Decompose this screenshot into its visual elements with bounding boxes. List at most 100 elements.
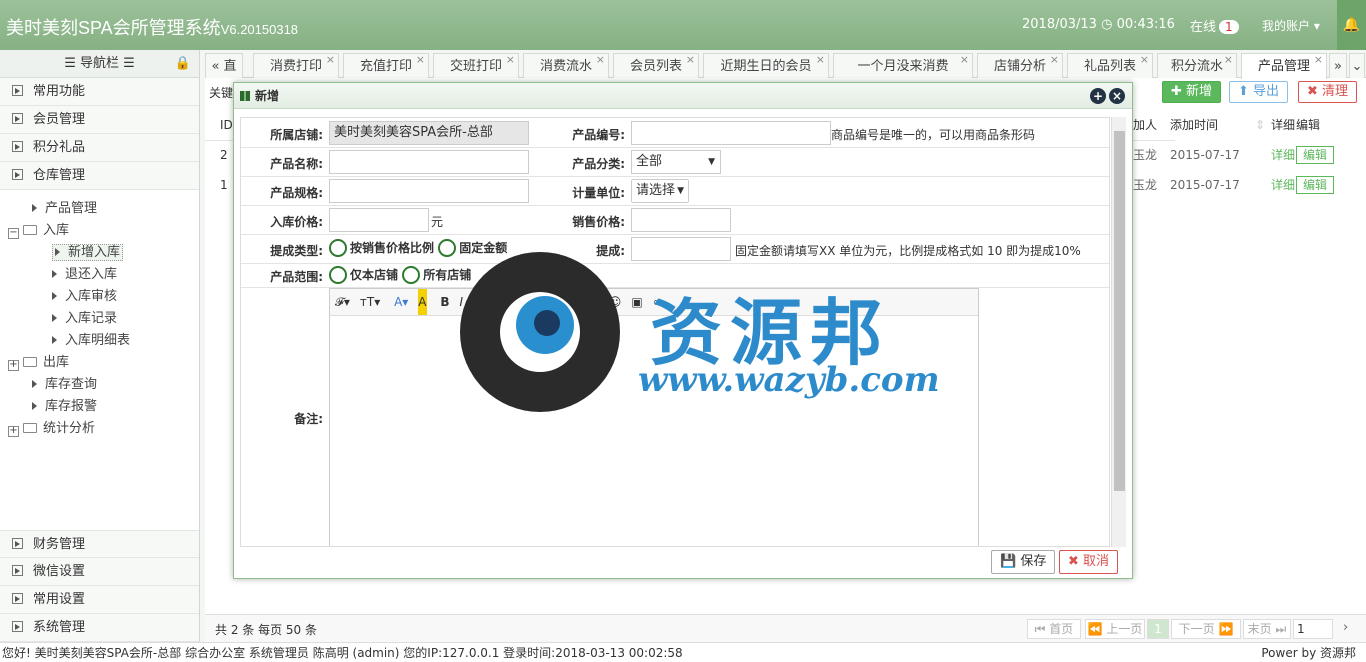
sidebar-item-settings[interactable]: 常用设置: [0, 586, 199, 614]
tree-node[interactable]: + 统计分析: [0, 418, 199, 440]
top-bar: 美时美刻SPA会所管理系统V6.20150318 2018/03/13 ◷ 00…: [0, 0, 1366, 50]
prev-page-button[interactable]: ⏪ 上一页: [1085, 619, 1145, 639]
sidebar-item-system[interactable]: 系统管理: [0, 614, 199, 642]
product-spec-input[interactable]: [329, 179, 529, 203]
close-icon[interactable]: ×: [596, 47, 605, 72]
label-scope: 产品范围:: [270, 270, 323, 284]
sale-price-input[interactable]: [631, 208, 731, 232]
row-id: 1: [220, 178, 228, 192]
col-header-id[interactable]: ID: [220, 110, 233, 140]
bold-icon[interactable]: B: [440, 289, 449, 315]
col-header-edit[interactable]: 编辑: [1296, 110, 1320, 140]
online-indicator[interactable]: 在线 1: [1190, 16, 1239, 35]
font-size-icon[interactable]: ᴛT▾: [360, 289, 380, 315]
tab-birthday[interactable]: 近期生日的会员 ×: [703, 53, 829, 78]
col-header-detail[interactable]: 详细: [1271, 110, 1295, 140]
close-icon[interactable]: ×: [1109, 88, 1125, 104]
sort-icon[interactable]: ⇕: [1255, 110, 1265, 140]
pager: 共 2 条 每页 50 条 ⏮ 首页 ⏪ 上一页 1 下一页 ⏩ 末页 ⏭ 1 …: [205, 614, 1366, 642]
tab-consume-flow[interactable]: 消费流水 ×: [523, 53, 609, 78]
close-icon[interactable]: ×: [960, 47, 969, 72]
tab-scroll-left[interactable]: « 直: [205, 53, 243, 78]
tree-node[interactable]: 入库审核: [0, 286, 199, 308]
tree-node[interactable]: 入库记录: [0, 308, 199, 330]
yuan-unit: 元: [431, 215, 444, 229]
col-header-adder[interactable]: 加人: [1133, 110, 1157, 140]
tab-recharge-print[interactable]: 充值打印 ×: [343, 53, 429, 78]
radio-ratio[interactable]: 按销售价格比例: [329, 239, 434, 257]
close-icon[interactable]: ×: [1050, 47, 1059, 72]
expand-icon: [12, 169, 23, 180]
radio-only-store[interactable]: 仅本店铺: [329, 266, 398, 284]
bell-icon[interactable]: 🔔: [1337, 0, 1366, 50]
tab-gift-list[interactable]: 礼品列表 ×: [1067, 53, 1153, 78]
lock-icon[interactable]: 🔒: [175, 50, 191, 78]
edit-button[interactable]: 编辑: [1296, 146, 1335, 164]
col-header-time[interactable]: 添加时间: [1170, 110, 1218, 140]
font-color-icon[interactable]: A▾: [394, 289, 408, 315]
sidebar-item-points[interactable]: 积分礼品: [0, 134, 199, 162]
tree-node[interactable]: 退还入库: [0, 264, 199, 286]
sidebar-item-members[interactable]: 会员管理: [0, 106, 199, 134]
tab-store-analysis[interactable]: 店铺分析 ×: [977, 53, 1063, 78]
tree-node[interactable]: − 入库: [0, 220, 199, 242]
cancel-button[interactable]: ✖ 取消: [1059, 550, 1119, 574]
row-adder: 玉龙: [1133, 178, 1158, 192]
close-icon[interactable]: ×: [326, 47, 335, 72]
tab-menu-chevron[interactable]: ⌄: [1349, 53, 1365, 78]
first-page-button[interactable]: ⏮ 首页: [1027, 619, 1081, 639]
last-page-button[interactable]: 末页 ⏭: [1243, 619, 1291, 639]
tab-scroll-right[interactable]: »: [1329, 53, 1347, 78]
tab-product-management[interactable]: 产品管理 ×: [1241, 53, 1327, 79]
close-icon[interactable]: ×: [506, 47, 515, 72]
sidebar-item-warehouse[interactable]: 仓库管理: [0, 162, 199, 190]
close-icon[interactable]: ×: [816, 47, 825, 72]
export-button[interactable]: ⬆ 导出: [1229, 81, 1289, 103]
warehouse-tree: 产品管理 − 入库 新增入库 退还入库 入库审核 入库记录 入库明细表 + 出库 库…: [0, 190, 199, 440]
tree-node[interactable]: + 出库: [0, 352, 199, 374]
sidebar-item-common[interactable]: 常用功能: [0, 78, 199, 106]
maximize-icon[interactable]: +: [1090, 88, 1106, 104]
tree-node[interactable]: 库存查询: [0, 374, 199, 396]
edit-button[interactable]: 编辑: [1296, 176, 1335, 194]
close-icon: ✖: [1307, 84, 1318, 99]
close-icon[interactable]: ×: [1140, 47, 1149, 72]
close-icon[interactable]: ×: [1224, 47, 1233, 72]
tab-consume-print[interactable]: 消费打印 ×: [253, 53, 339, 78]
sidebar-item-wechat[interactable]: 微信设置: [0, 558, 199, 586]
close-icon[interactable]: ×: [1314, 47, 1323, 72]
page-input[interactable]: 1: [1293, 619, 1333, 639]
detail-link[interactable]: 详细: [1271, 140, 1295, 170]
tab-inactive-month[interactable]: 一个月没来消费 ×: [833, 53, 973, 78]
save-button[interactable]: 💾 保存: [991, 550, 1056, 574]
font-family-icon[interactable]: 𝓕▾: [335, 289, 350, 315]
account-menu[interactable]: 我的账户 ▾: [1262, 17, 1320, 34]
tree-node[interactable]: 入库明细表: [0, 330, 199, 352]
tab-member-list[interactable]: 会员列表 ×: [613, 53, 699, 78]
tree-node-selected[interactable]: 新增入库: [0, 242, 199, 264]
unit-select[interactable]: 请选择 ▼: [631, 179, 689, 203]
tab-points-flow[interactable]: 积分流水 ×: [1157, 53, 1237, 78]
product-name-input[interactable]: [329, 150, 529, 174]
detail-link[interactable]: 详细: [1271, 170, 1295, 200]
close-icon[interactable]: ×: [416, 47, 425, 72]
close-icon: ✖: [1068, 554, 1079, 569]
category-select[interactable]: 全部 ▼: [631, 150, 721, 174]
close-icon[interactable]: ×: [686, 47, 695, 72]
expand-icon: [12, 621, 23, 632]
in-price-input[interactable]: [329, 208, 429, 232]
tree-node[interactable]: 产品管理: [0, 198, 199, 220]
current-page[interactable]: 1: [1147, 619, 1169, 639]
add-button[interactable]: ✚ 新增: [1162, 81, 1222, 103]
tab-shift-print[interactable]: 交班打印 ×: [433, 53, 519, 78]
next-page-button[interactable]: 下一页 ⏩: [1171, 619, 1241, 639]
label-spec: 产品规格:: [270, 186, 323, 200]
sidebar-item-finance[interactable]: 财务管理: [0, 530, 199, 558]
product-code-input[interactable]: [631, 121, 831, 145]
go-arrow-icon[interactable]: ›: [1343, 620, 1348, 635]
clear-button[interactable]: ✖ 清理: [1298, 81, 1358, 103]
highlight-icon[interactable]: A: [418, 289, 427, 315]
tree-node[interactable]: 库存报警: [0, 396, 199, 418]
login-info: 您好! 美时美刻美容SPA会所-总部 综合办公室 系统管理员 陈高明 (admi…: [2, 646, 683, 660]
form-scrollbar[interactable]: [1111, 117, 1126, 547]
